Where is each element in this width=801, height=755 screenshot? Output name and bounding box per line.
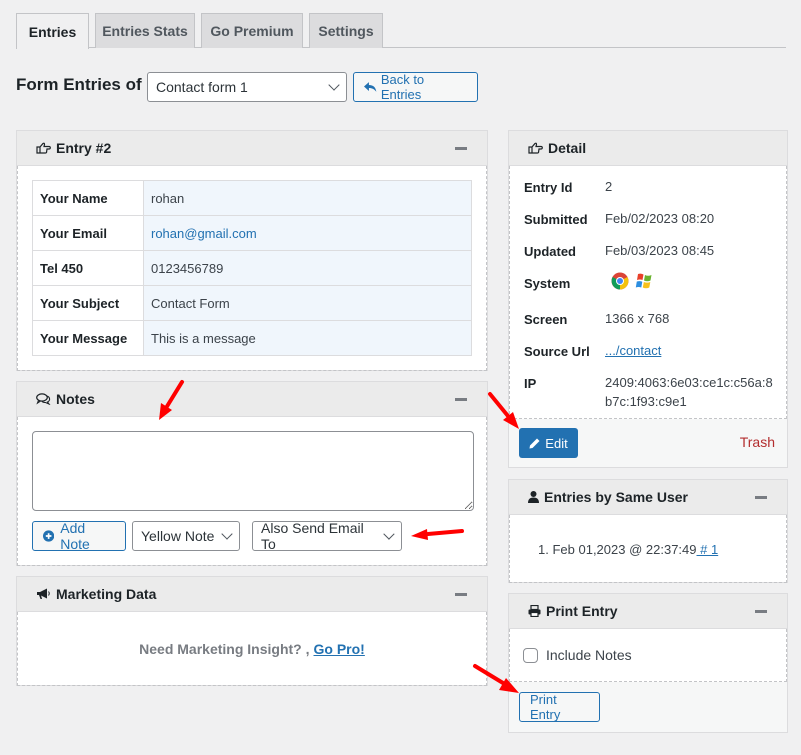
go-pro-link[interactable]: Go Pro! [314,641,365,657]
field-value: Contact Form [143,285,472,321]
marketing-message: Need Marketing Insight? , [139,640,310,657]
email-link[interactable]: rohan@gmail.com [151,226,257,241]
chevron-down-icon [383,528,395,540]
tab-entries[interactable]: Entries [16,13,89,49]
detail-label: IP [524,376,537,391]
add-note-label: Add Note [60,520,90,552]
add-note-button[interactable]: Add Note [32,520,126,552]
detail-value: Feb/03/2023 08:45 [605,243,715,258]
entry-fields-table: Your Name rohan Your Email rohan@gmail.c… [32,180,472,356]
form-entries-label: Form Entries of [16,75,142,94]
back-to-entries-label: Back to Entries [380,72,425,102]
detail-box: Detail Entry Id 2 Submitted Feb/02/2023 … [508,130,788,468]
collapse-icon[interactable] [755,496,767,499]
hand-point-right-icon [528,142,543,154]
detail-box-title: Detail [548,140,587,156]
edit-button[interactable]: Edit [519,428,578,458]
marketing-box-title: Marketing Data [56,586,157,602]
table-row: Your Subject Contact Form [32,285,472,321]
entry-box-header: Entry #2 [17,131,487,166]
comments-icon [36,393,51,405]
bullhorn-icon [36,588,51,600]
note-color-select[interactable]: Yellow Note [132,521,240,551]
notes-box-title: Notes [56,391,95,407]
print-entry-button[interactable]: Print Entry [519,692,600,722]
chrome-icon [611,272,629,290]
notes-box-header: Notes [17,382,487,417]
detail-value: 1366 x 768 [605,311,670,326]
detail-label: Entry Id [524,180,573,195]
marketing-box-header: Marketing Data [17,577,487,612]
print-icon [528,605,541,617]
field-label: Your Subject [32,285,144,321]
same-user-box: Entries by Same User 1. Feb 01,2023 @ 22… [508,479,788,583]
include-notes-checkbox[interactable] [523,647,538,663]
field-value: rohan [143,180,472,216]
table-row: Your Message This is a message [32,320,472,356]
detail-value: Feb/02/2023 08:20 [605,211,715,226]
list-item-date: Feb 01,2023 @ 22:37:49 [552,542,697,557]
trash-link[interactable]: Trash [740,434,775,450]
marketing-box: Marketing Data Need Marketing Insight? ,… [16,576,488,686]
back-to-entries-button[interactable]: Back to Entries [353,72,478,102]
send-email-select[interactable]: Also Send Email To [252,520,402,552]
collapse-icon[interactable] [755,610,767,613]
entry-link[interactable]: # 1 [697,542,718,557]
detail-label: Source Url [524,344,590,359]
table-row: Your Email rohan@gmail.com [32,215,472,251]
detail-value: 2409:4063:6e03:ce1c:c56a:8b7c:1f93:c9e1 [605,375,773,409]
chevron-down-icon [221,528,233,540]
detail-label: System [524,276,571,291]
chevron-down-icon [328,79,340,91]
entry-box-title: Entry #2 [56,140,112,156]
same-user-box-header: Entries by Same User [509,480,787,515]
list-index: 1. [538,542,549,557]
send-email-value: Also Send Email To [261,520,364,552]
table-row: Your Name rohan [32,180,472,216]
notes-box: Notes Add Note Yellow Note Also Send Ema… [16,381,488,566]
collapse-icon[interactable] [455,147,467,150]
hand-point-right-icon [36,142,51,154]
print-box-header: Print Entry [509,594,787,629]
print-box: Print Entry Include Notes Print Entry [508,593,788,733]
tab-entries-stats[interactable]: Entries Stats [95,13,195,48]
field-label: Your Message [32,320,144,356]
pencil-icon [529,438,540,448]
list-item: 1. Feb 01,2023 @ 22:37:49 # 1 [538,542,786,557]
plus-circle-icon [43,530,55,542]
tab-settings[interactable]: Settings [309,13,383,48]
nav-tabs: Entries Entries Stats Go Premium Setting… [16,13,786,49]
include-notes-label[interactable]: Include Notes [546,647,632,663]
same-user-box-title: Entries by Same User [544,489,688,505]
field-label: Your Name [32,180,144,216]
detail-box-header: Detail [509,131,787,166]
table-row: Tel 450 0123456789 [32,250,472,286]
collapse-icon[interactable] [455,593,467,596]
field-label: Tel 450 [32,250,144,286]
field-value: 0123456789 [143,250,472,286]
form-select[interactable]: Contact form 1 [147,72,347,102]
tab-go-premium[interactable]: Go Premium [201,13,303,48]
detail-label: Submitted [524,212,588,227]
entry-box: Entry #2 Your Name rohan Your Email roha… [16,130,488,371]
note-textarea[interactable] [32,431,474,511]
edit-label: Edit [545,435,568,451]
collapse-icon[interactable] [455,398,467,401]
detail-label: Updated [524,244,576,259]
windows-icon [635,273,652,289]
field-value: This is a message [143,320,472,356]
print-box-title: Print Entry [546,603,618,619]
field-label: Your Email [32,215,144,251]
user-icon [528,491,539,503]
reply-icon [364,81,377,92]
print-entry-label: Print Entry [530,692,561,722]
form-select-value: Contact form 1 [156,79,248,95]
note-color-value: Yellow Note [141,528,215,544]
source-url-link[interactable]: .../contact [605,341,785,360]
detail-value: 2 [605,179,613,194]
detail-label: Screen [524,312,568,327]
